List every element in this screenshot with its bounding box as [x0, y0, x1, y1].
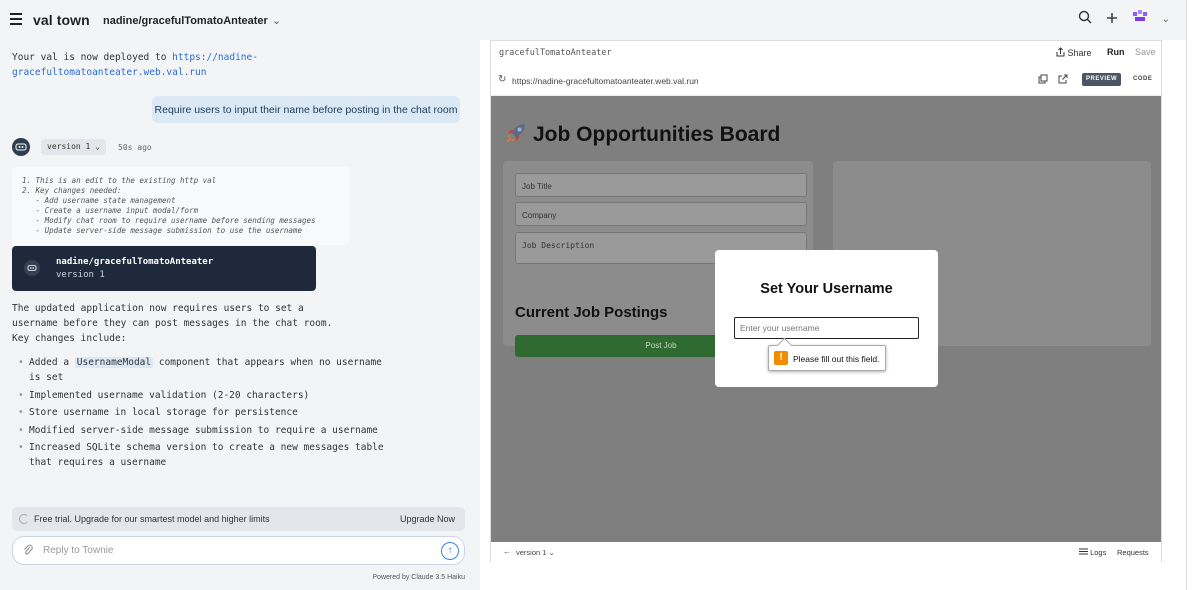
list-item: Added a UsernameModal component that app… — [18, 355, 398, 385]
deploy-prefix: Your val is now deployed to — [12, 52, 173, 63]
plus-icon[interactable] — [1106, 11, 1118, 29]
version-badge-label: version 1 — [47, 142, 91, 151]
inline-code: UsernameModal — [74, 357, 154, 368]
logs-button[interactable]: Logs — [1079, 548, 1106, 557]
app-title-text: Job Opportunities Board — [533, 123, 781, 146]
share-icon — [1056, 47, 1065, 57]
list-item: Modified server-side message submission … — [18, 423, 398, 438]
validation-message: Please fill out this field. — [793, 354, 880, 364]
send-arrow-icon[interactable]: ↑ — [441, 542, 459, 560]
response-text: The updated application now requires use… — [12, 303, 333, 344]
trial-banner: Free trial. Upgrade for our smartest mod… — [12, 507, 465, 531]
company-input[interactable]: Company — [515, 202, 807, 226]
version-dropdown[interactable]: version 1 ⌄ — [41, 139, 107, 155]
upgrade-button[interactable]: Upgrade Now — [400, 514, 455, 524]
share-button[interactable]: Share — [1056, 47, 1092, 58]
val-name: nadine/gracefulTomatoAnteater — [103, 15, 268, 27]
preview-url[interactable]: https://nadine-gracefultomatoanteater.we… — [512, 76, 699, 86]
run-button[interactable]: Run — [1107, 47, 1125, 57]
app-iframe: Job Opportunities Board Job Title Compan… — [491, 96, 1161, 542]
bot-icon — [24, 260, 40, 276]
preview-panel: gracefulTomatoAnteater Share Run Save ↻ … — [490, 40, 1162, 562]
requests-button[interactable]: Requests — [1117, 548, 1149, 557]
open-external-icon[interactable] — [1058, 74, 1068, 87]
version-card-title: nadine/gracefulTomatoAnteater — [56, 257, 214, 267]
timestamp: 50s ago — [118, 143, 152, 152]
chevron-down-icon: ⌄ — [271, 15, 282, 27]
share-label: Share — [1067, 48, 1092, 58]
list-item: Store username in local storage for pers… — [18, 405, 398, 420]
list-item-text: Added a — [29, 357, 75, 368]
avatar-icon[interactable] — [1132, 10, 1148, 29]
list-icon — [1079, 548, 1088, 555]
paperclip-icon[interactable] — [23, 544, 33, 559]
refresh-icon[interactable]: ↻ — [498, 74, 506, 85]
thinking-block: 1. This is an edit to the existing http … — [12, 167, 350, 245]
powered-by: Powered by Claude 3.5 Haiku — [372, 574, 465, 581]
preview-val-name: gracefulTomatoAnteater — [499, 48, 612, 58]
preview-header: gracefulTomatoAnteater Share Run Save — [491, 41, 1161, 66]
current-postings-heading: Current Job Postings — [515, 304, 668, 321]
footer-version-label: version 1 — [516, 548, 547, 557]
reply-input[interactable]: Reply to Townie ↑ — [12, 536, 465, 565]
version-card[interactable]: nadine/gracefulTomatoAnteater version 1 — [12, 246, 316, 291]
app-title: Job Opportunities Board — [505, 122, 780, 147]
job-title-input[interactable]: Job Title — [515, 173, 807, 197]
changes-list: Added a UsernameModal component that app… — [18, 355, 398, 473]
list-item: Implemented username validation (2-20 ch… — [18, 388, 398, 403]
tab-code[interactable]: CODE — [1133, 76, 1152, 82]
chat-panel: Your val is now deployed to https://nadi… — [0, 40, 480, 590]
logs-label: Logs — [1090, 548, 1107, 557]
window-edge — [1186, 0, 1200, 590]
version-dropdown[interactable]: version 1 ⌄ — [516, 548, 555, 557]
deploy-message: Your val is now deployed to https://nadi… — [12, 50, 312, 80]
chevron-down-icon: ⌄ — [95, 142, 101, 151]
rocket-icon — [506, 124, 525, 143]
username-placeholder: Enter your username — [740, 323, 820, 333]
back-arrow-icon[interactable]: ← — [503, 547, 511, 556]
warning-icon: ! — [774, 351, 788, 365]
username-input[interactable]: Enter your username — [734, 317, 919, 339]
bot-avatar-icon — [12, 138, 30, 156]
modal-title: Set Your Username — [760, 281, 893, 297]
search-icon[interactable] — [1078, 10, 1092, 29]
menu-icon[interactable] — [10, 13, 22, 25]
spinner-icon — [19, 514, 29, 524]
preview-urlbar: ↻ https://nadine-gracefultomatoanteater.… — [491, 66, 1161, 96]
reply-placeholder: Reply to Townie — [43, 545, 114, 556]
save-button[interactable]: Save — [1135, 47, 1156, 57]
val-selector[interactable]: nadine/gracefulTomatoAnteater ⌄ — [103, 14, 281, 27]
copy-icon[interactable] — [1038, 74, 1048, 87]
tab-preview[interactable]: PREVIEW — [1082, 73, 1122, 86]
preview-footer: ← version 1 ⌄ Logs Requests — [491, 542, 1161, 562]
username-modal: Set Your Username Enter your username ! … — [715, 250, 938, 387]
trial-text: Free trial. Upgrade for our smartest mod… — [34, 514, 270, 524]
version-card-version: version 1 — [56, 270, 105, 280]
list-item: Increased SQLite schema version to creat… — [18, 440, 398, 470]
chevron-down-icon[interactable]: ⌄ — [1162, 14, 1170, 25]
validation-tooltip: ! Please fill out this field. — [768, 345, 886, 371]
user-message: Require users to input their name before… — [152, 96, 460, 123]
brand-logo[interactable]: val town — [33, 12, 90, 28]
top-bar: val town nadine/gracefulTomatoAnteater ⌄ … — [0, 0, 1200, 40]
